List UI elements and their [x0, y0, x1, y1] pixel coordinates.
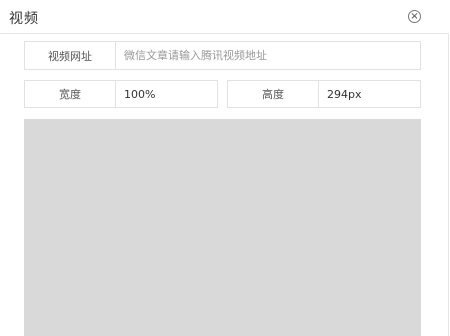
- width-divider: [115, 81, 116, 107]
- width-input[interactable]: 100%: [124, 81, 217, 107]
- height-label: 高度: [262, 88, 284, 101]
- height-row: 高度 294px: [227, 80, 421, 108]
- video-url-row: 视频网址: [24, 41, 421, 70]
- height-divider: [318, 81, 319, 107]
- close-button[interactable]: ×: [408, 10, 421, 23]
- width-row: 宽度 100%: [24, 80, 218, 108]
- video-preview-area: [24, 119, 421, 336]
- dialog-title: 视频: [9, 11, 39, 27]
- width-label: 宽度: [59, 88, 81, 101]
- height-input[interactable]: 294px: [327, 81, 420, 107]
- video-url-input[interactable]: [116, 42, 420, 69]
- close-icon: ×: [410, 11, 419, 22]
- dialog-header: 视频 ×: [0, 0, 449, 34]
- video-dialog: 视频 × 视频网址 宽度 100% 高度 294px: [0, 0, 449, 336]
- video-url-label: 视频网址: [48, 49, 92, 63]
